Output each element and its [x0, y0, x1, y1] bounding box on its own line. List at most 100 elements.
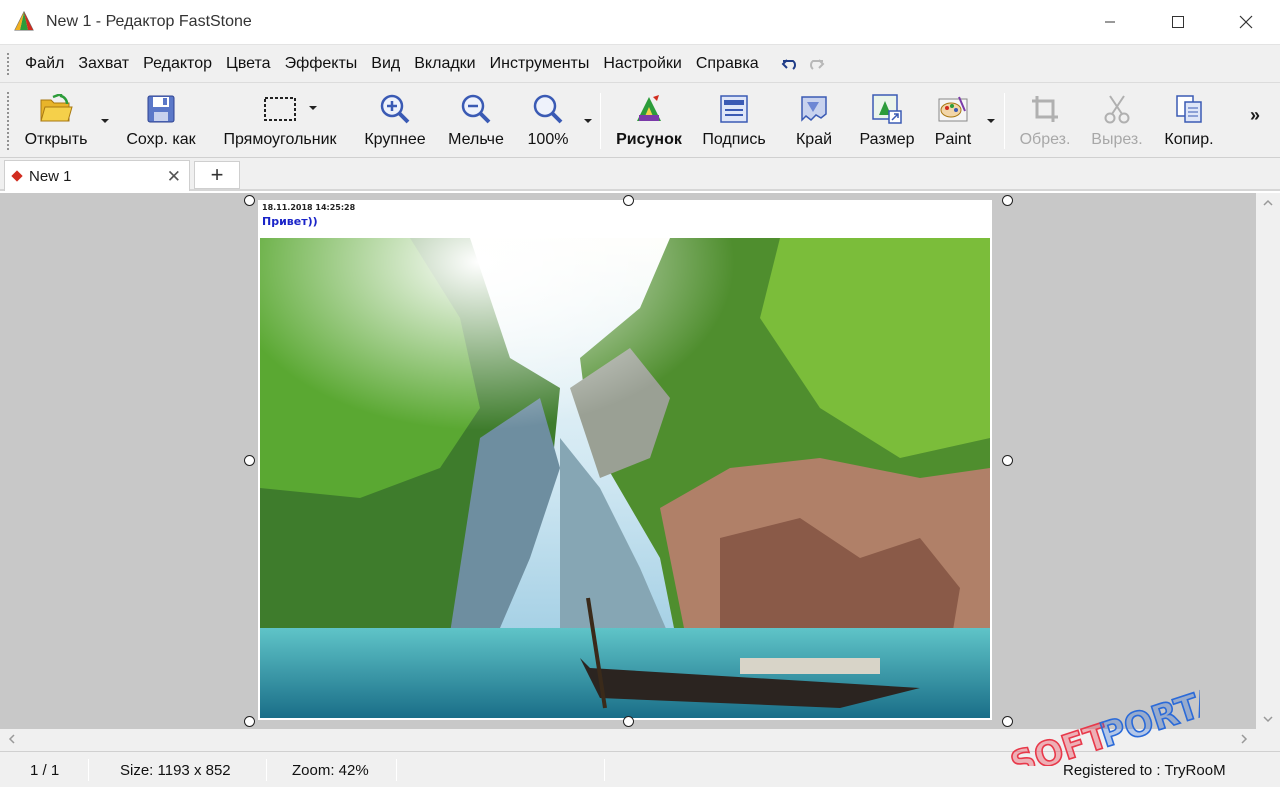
minimize-icon [1105, 21, 1115, 23]
redo-icon [809, 58, 825, 70]
tab-modified-icon [11, 170, 23, 182]
toolbar-grip[interactable] [6, 91, 10, 151]
draw-palette-icon [637, 95, 661, 121]
title-bar: New 1 - Редактор FastStone [0, 0, 1280, 44]
status-separator [604, 759, 605, 781]
scroll-right-icon[interactable] [1240, 734, 1248, 744]
copy-icon [1176, 95, 1202, 123]
resize-icon [872, 94, 902, 124]
zoom-dropdown-icon[interactable] [583, 116, 593, 126]
menu-colors[interactable]: Цвета [219, 55, 278, 73]
crop-button[interactable]: Обрез. [1014, 83, 1076, 157]
toolbar-separator [600, 93, 601, 149]
save-as-button[interactable]: Сохр. как [120, 83, 202, 157]
menu-effects[interactable]: Эффекты [278, 55, 365, 73]
status-size: Size: 1193 x 852 [120, 762, 231, 779]
edge-effect-icon [801, 96, 827, 122]
status-zoom: Zoom: 42% [292, 762, 369, 779]
resize-handle-top-left[interactable] [244, 195, 255, 206]
paint-button[interactable]: Paint [928, 83, 978, 157]
resize-handle-bottom[interactable] [623, 716, 634, 727]
menu-view[interactable]: Вид [364, 55, 407, 73]
tab-label: New 1 [29, 167, 72, 185]
caption-text: Привет)) [262, 215, 318, 228]
zoom-in-icon [380, 94, 410, 124]
toolbar-separator-2 [1004, 93, 1005, 149]
rectangle-button[interactable]: Прямоугольник [212, 83, 348, 157]
vertical-scrollbar[interactable] [1256, 193, 1280, 729]
maximize-icon [1172, 16, 1184, 28]
caption-label: Подпись [702, 131, 766, 148]
copy-label: Копир. [1164, 131, 1214, 148]
resize-handle-top[interactable] [623, 195, 634, 206]
zoom-out-button[interactable]: Мельче [440, 83, 512, 157]
zoom-out-icon [461, 94, 491, 124]
paint-icon [938, 96, 968, 122]
cut-button[interactable]: Вырез. [1086, 83, 1148, 157]
menu-settings[interactable]: Настройки [596, 55, 688, 73]
add-tab-button[interactable]: + [194, 161, 240, 189]
edge-label: Край [795, 131, 833, 148]
resize-handle-left[interactable] [244, 455, 255, 466]
window-title: New 1 - Редактор FastStone [46, 13, 252, 30]
menu-bar: Файл Захват Редактор Цвета Эффекты Вид В… [0, 44, 1280, 82]
zoom-in-button[interactable]: Крупнее [356, 83, 434, 157]
draw-label: Рисунок [616, 131, 682, 148]
menubar-grip[interactable] [6, 51, 10, 76]
zoom-100-label: 100% [527, 131, 569, 148]
undo-button[interactable] [780, 53, 802, 75]
status-separator [88, 759, 89, 781]
edge-button[interactable]: Край [786, 83, 842, 157]
scroll-left-icon[interactable] [8, 734, 16, 744]
resize-button[interactable]: Размер [854, 83, 920, 157]
image-canvas[interactable]: 18.11.2018 14:25:28 Привет)) [258, 200, 992, 720]
tab-close-icon[interactable]: ✕ [167, 167, 181, 187]
undo-icon [781, 58, 796, 70]
resize-label: Размер [859, 131, 915, 148]
status-separator [396, 759, 397, 781]
save-as-label: Сохр. как [126, 131, 196, 148]
menu-file[interactable]: Файл [18, 55, 71, 73]
zoom-100-button[interactable]: 100% [520, 83, 576, 157]
menu-tools[interactable]: Инструменты [483, 55, 597, 73]
scroll-up-icon[interactable] [1263, 199, 1273, 207]
save-disk-icon [147, 95, 175, 123]
open-button[interactable]: Открыть [18, 83, 94, 157]
scroll-corner [1256, 729, 1280, 751]
caption-date: 18.11.2018 14:25:28 [262, 203, 356, 212]
open-dropdown-icon[interactable] [100, 116, 110, 126]
menu-editor[interactable]: Редактор [136, 55, 219, 73]
rectangle-label: Прямоугольник [223, 131, 337, 148]
scissors-icon [1104, 95, 1130, 124]
copy-button[interactable]: Копир. [1158, 83, 1220, 157]
resize-handle-right[interactable] [1002, 455, 1013, 466]
maximize-button[interactable] [1144, 0, 1212, 44]
photo-image [260, 238, 990, 718]
draw-button[interactable]: Рисунок [610, 83, 688, 157]
status-page: 1 / 1 [30, 762, 60, 779]
caption-button[interactable]: Подпись [696, 83, 772, 157]
rectangle-dropdown-icon[interactable] [308, 103, 318, 113]
faststone-logo-icon [14, 10, 34, 31]
open-label: Открыть [24, 131, 88, 148]
zoom-actual-icon [533, 94, 563, 124]
toolbar: Открыть Сохр. как Прямоугольник Крупнее … [0, 82, 1280, 158]
minimize-button[interactable] [1076, 0, 1144, 44]
toolbar-overflow-button[interactable]: » [1250, 105, 1260, 126]
cut-label: Вырез. [1091, 131, 1143, 148]
paint-dropdown-icon[interactable] [986, 116, 996, 126]
close-icon [1239, 15, 1253, 29]
menu-tabs[interactable]: Вкладки [407, 55, 482, 73]
resize-handle-bottom-left[interactable] [244, 716, 255, 727]
redo-button[interactable] [804, 53, 826, 75]
menu-capture[interactable]: Захват [71, 55, 136, 73]
crop-label: Обрез. [1019, 131, 1071, 148]
resize-handle-top-right[interactable] [1002, 195, 1013, 206]
scroll-down-icon[interactable] [1263, 715, 1273, 723]
menu-help[interactable]: Справка [689, 55, 766, 73]
caption-icon [720, 95, 748, 123]
svg-text:PORTAL: PORTAL [1095, 686, 1200, 756]
close-button[interactable] [1212, 0, 1280, 44]
tab-new-1[interactable]: New 1 ✕ [4, 160, 190, 191]
crop-icon [1032, 96, 1058, 122]
